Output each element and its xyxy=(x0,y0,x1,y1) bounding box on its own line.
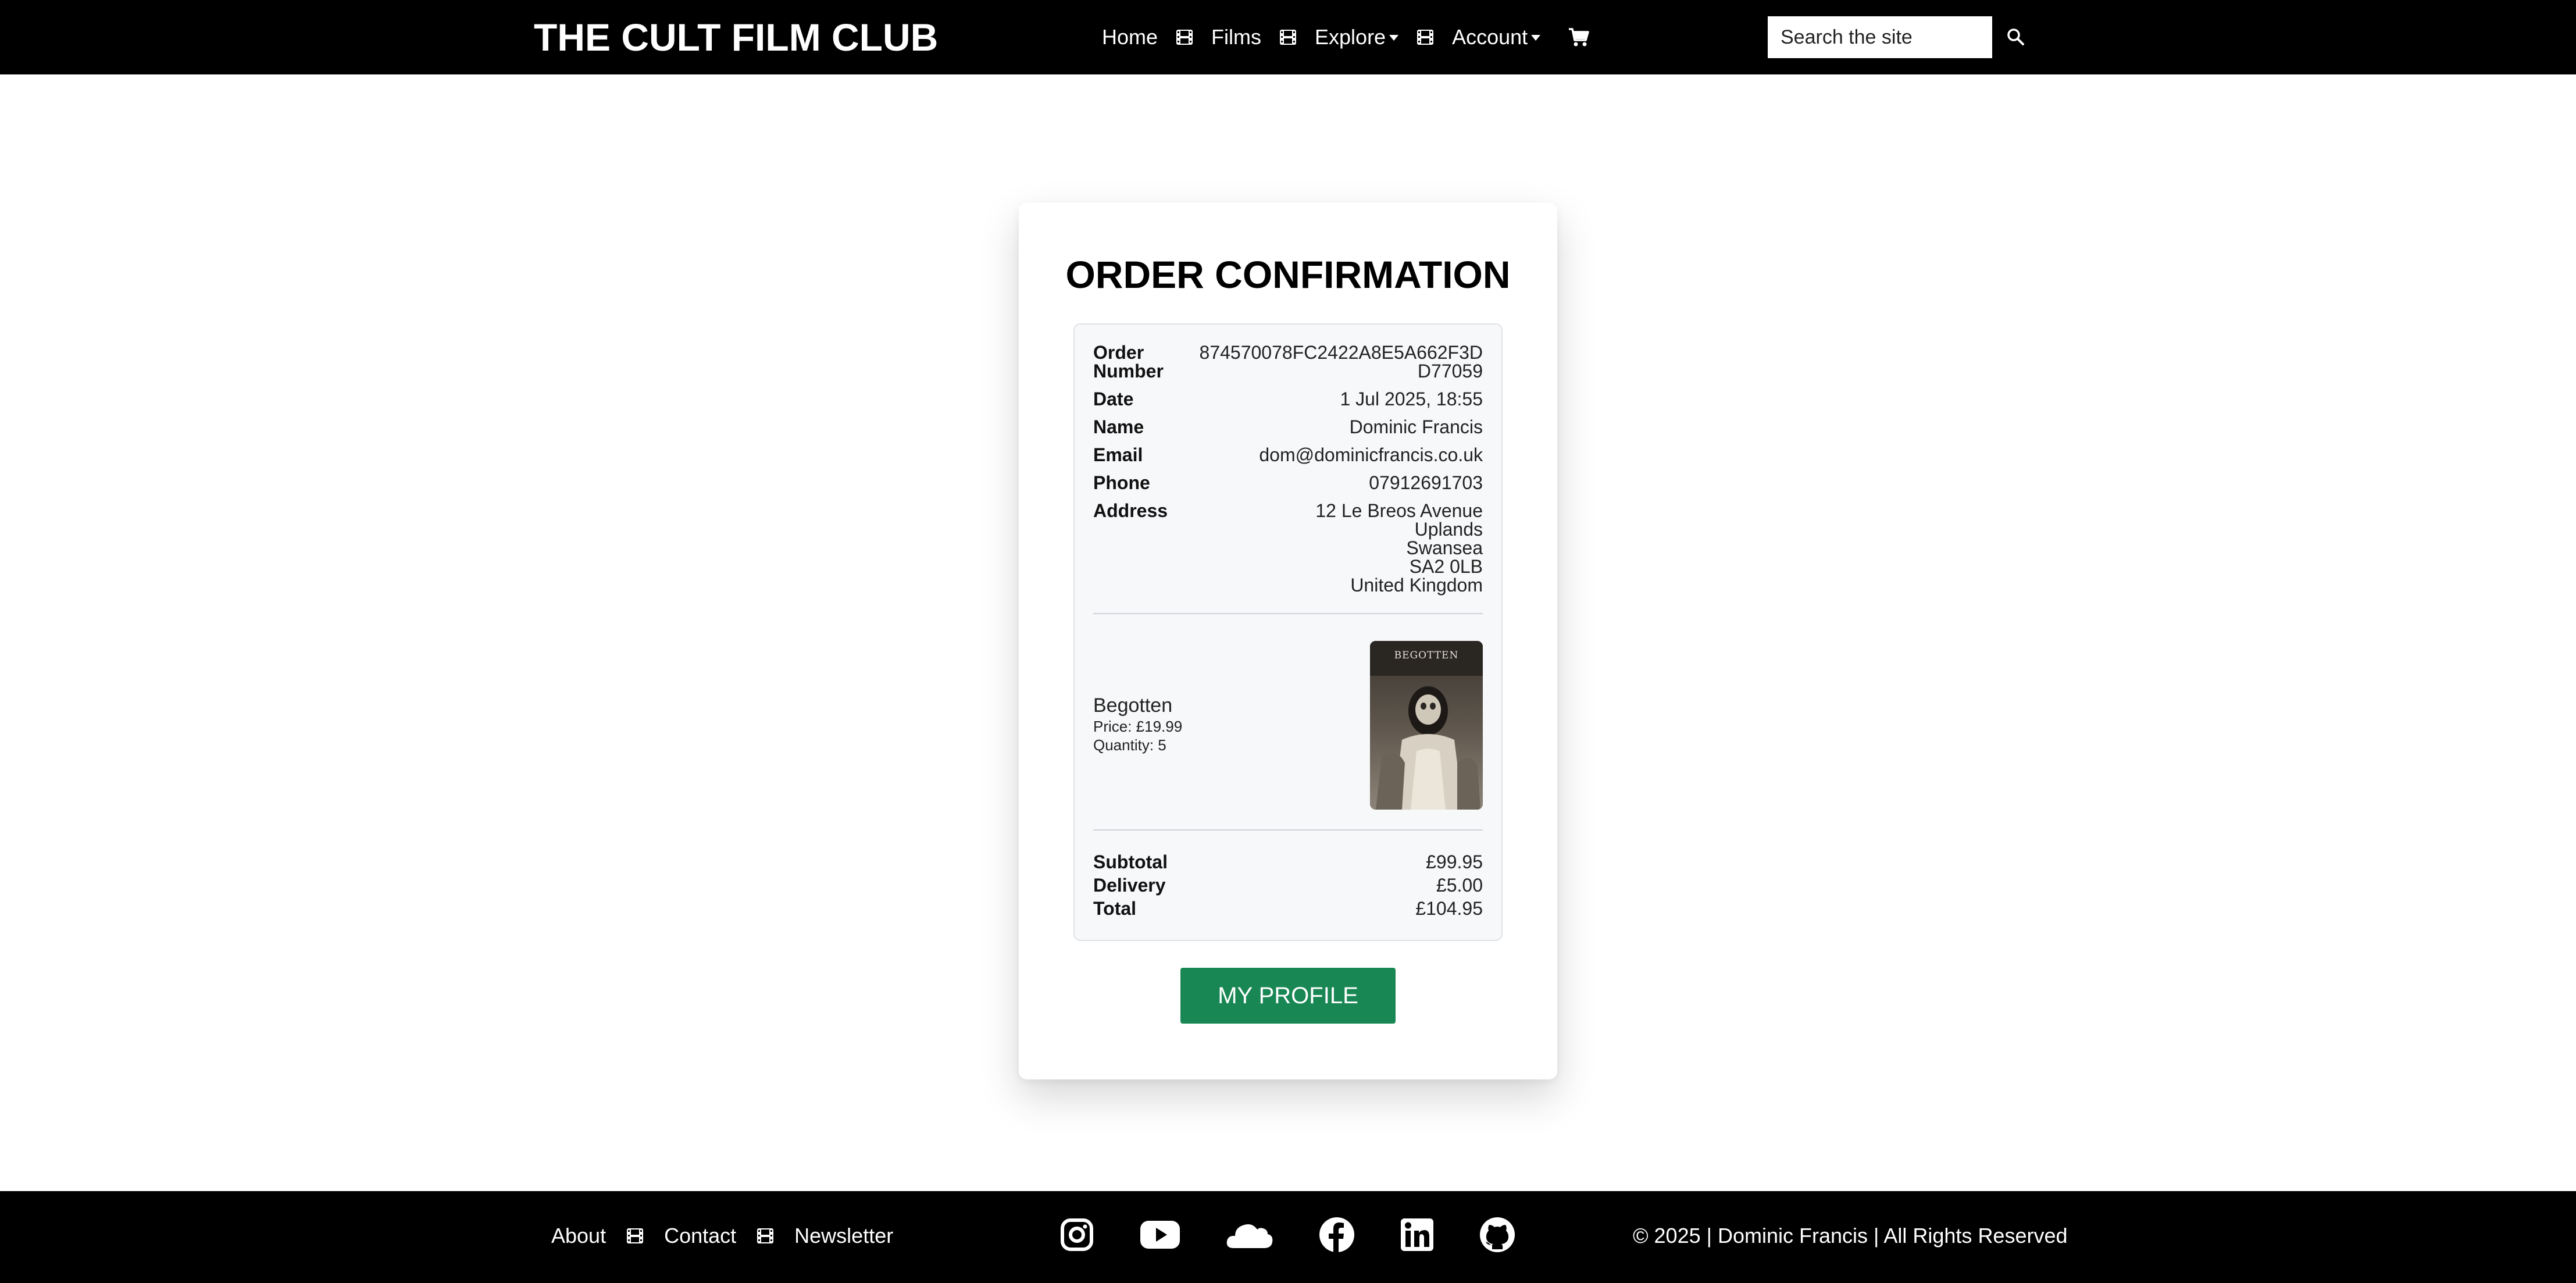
subtotal-label: Subtotal xyxy=(1093,851,1168,872)
item-quantity: Quantity: 5 xyxy=(1093,736,1166,754)
divider xyxy=(1093,829,1483,831)
linkedin-icon[interactable] xyxy=(1400,1218,1434,1252)
search-form xyxy=(1768,16,2039,58)
page-title: ORDER CONFIRMATION xyxy=(1065,253,1511,296)
item-price: Price: £19.99 xyxy=(1093,718,1183,735)
subtotal-value: £99.95 xyxy=(1426,851,1483,872)
footer-contact-link[interactable]: Contact xyxy=(664,1224,736,1248)
copyright: © 2025 | Dominic Francis | All Rights Re… xyxy=(1633,1224,2068,1248)
order-details: Order Number 874570078FC2422A8E5A662F3D … xyxy=(1073,323,1503,941)
facebook-icon[interactable] xyxy=(1319,1217,1355,1253)
date-value: 1 Jul 2025, 18:55 xyxy=(1340,389,1483,409)
order-number-row: Order Number 874570078FC2422A8E5A662F3D … xyxy=(1093,343,1483,380)
address-line: 12 Le Breos Avenue xyxy=(1315,500,1483,521)
footer-nav: About Contact Newsletter xyxy=(551,1224,893,1248)
email-value: dom@dominicfrancis.co.uk xyxy=(1259,444,1483,465)
email-label: Email xyxy=(1093,444,1143,465)
film-poster: BEGOTTEN xyxy=(1370,641,1483,810)
youtube-icon[interactable] xyxy=(1140,1220,1180,1250)
soundcloud-icon[interactable] xyxy=(1226,1220,1273,1249)
delivery-label: Delivery xyxy=(1093,875,1166,896)
search-input[interactable] xyxy=(1768,16,1992,58)
nav-account-dropdown[interactable]: Account xyxy=(1452,25,1541,49)
total-row: Total £104.95 xyxy=(1093,899,1483,918)
order-number-label: Order Number xyxy=(1093,342,1164,382)
caret-down-icon xyxy=(1389,35,1399,41)
address-line: SA2 0LB xyxy=(1409,556,1483,577)
github-icon[interactable] xyxy=(1479,1217,1515,1253)
address-line: United Kingdom xyxy=(1350,575,1483,596)
address-value: 12 Le Breos Avenue Uplands Swansea SA2 0… xyxy=(1315,501,1483,594)
film-icon xyxy=(1175,28,1194,46)
site-header: THE CULT FILM CLUB Home Films Explore Ac… xyxy=(0,0,2576,74)
site-footer: About Contact Newsletter © 2025 | Domini… xyxy=(0,1191,2576,1283)
order-number-value: 874570078FC2422A8E5A662F3D D77059 xyxy=(1199,342,1483,382)
phone-value: 07912691703 xyxy=(1369,472,1483,493)
site-brand[interactable]: THE CULT FILM CLUB xyxy=(534,15,938,59)
film-icon xyxy=(1416,28,1435,46)
name-value: Dominic Francis xyxy=(1349,416,1483,437)
cart-icon[interactable] xyxy=(1568,27,1589,47)
address-line: Uplands xyxy=(1414,519,1483,540)
my-profile-button[interactable]: MY PROFILE xyxy=(1180,968,1396,1024)
nav-home[interactable]: Home xyxy=(1102,25,1158,49)
poster-title: BEGOTTEN xyxy=(1394,650,1459,661)
total-label: Total xyxy=(1093,898,1137,919)
search-button[interactable] xyxy=(1992,16,2039,58)
delivery-value: £5.00 xyxy=(1436,875,1483,896)
subtotal-row: Subtotal £99.95 xyxy=(1093,853,1483,871)
date-row: Date 1 Jul 2025, 18:55 xyxy=(1093,390,1483,408)
search-icon xyxy=(2006,27,2025,48)
total-value: £104.95 xyxy=(1415,898,1483,919)
instagram-icon[interactable] xyxy=(1059,1217,1094,1252)
film-icon xyxy=(756,1227,775,1245)
nav-films[interactable]: Films xyxy=(1211,25,1261,49)
delivery-row: Delivery £5.00 xyxy=(1093,876,1483,894)
phone-row: Phone 07912691703 xyxy=(1093,473,1483,492)
film-icon xyxy=(626,1227,644,1245)
order-confirmation-card: ORDER CONFIRMATION Order Number 87457007… xyxy=(1019,202,1557,1079)
social-links xyxy=(1059,1217,1561,1253)
phone-label: Phone xyxy=(1093,472,1150,493)
date-label: Date xyxy=(1093,389,1134,409)
address-label: Address xyxy=(1093,500,1168,521)
nav-account-label: Account xyxy=(1452,25,1528,49)
name-row: Name Dominic Francis xyxy=(1093,418,1483,436)
divider xyxy=(1093,613,1483,614)
name-label: Name xyxy=(1093,416,1144,437)
item-title: Begotten xyxy=(1093,694,1173,717)
caret-down-icon xyxy=(1531,35,1541,41)
nav-explore-dropdown[interactable]: Explore xyxy=(1315,25,1399,49)
nav-explore-label: Explore xyxy=(1315,25,1386,49)
footer-about-link[interactable]: About xyxy=(551,1224,606,1248)
address-line: Swansea xyxy=(1406,537,1483,558)
film-icon xyxy=(1279,28,1297,46)
email-row: Email dom@dominicfrancis.co.uk xyxy=(1093,446,1483,464)
address-row: Address 12 Le Breos Avenue Uplands Swans… xyxy=(1093,501,1483,594)
main-nav: Home Films Explore Account xyxy=(1102,22,1589,52)
footer-newsletter-link[interactable]: Newsletter xyxy=(794,1224,893,1248)
